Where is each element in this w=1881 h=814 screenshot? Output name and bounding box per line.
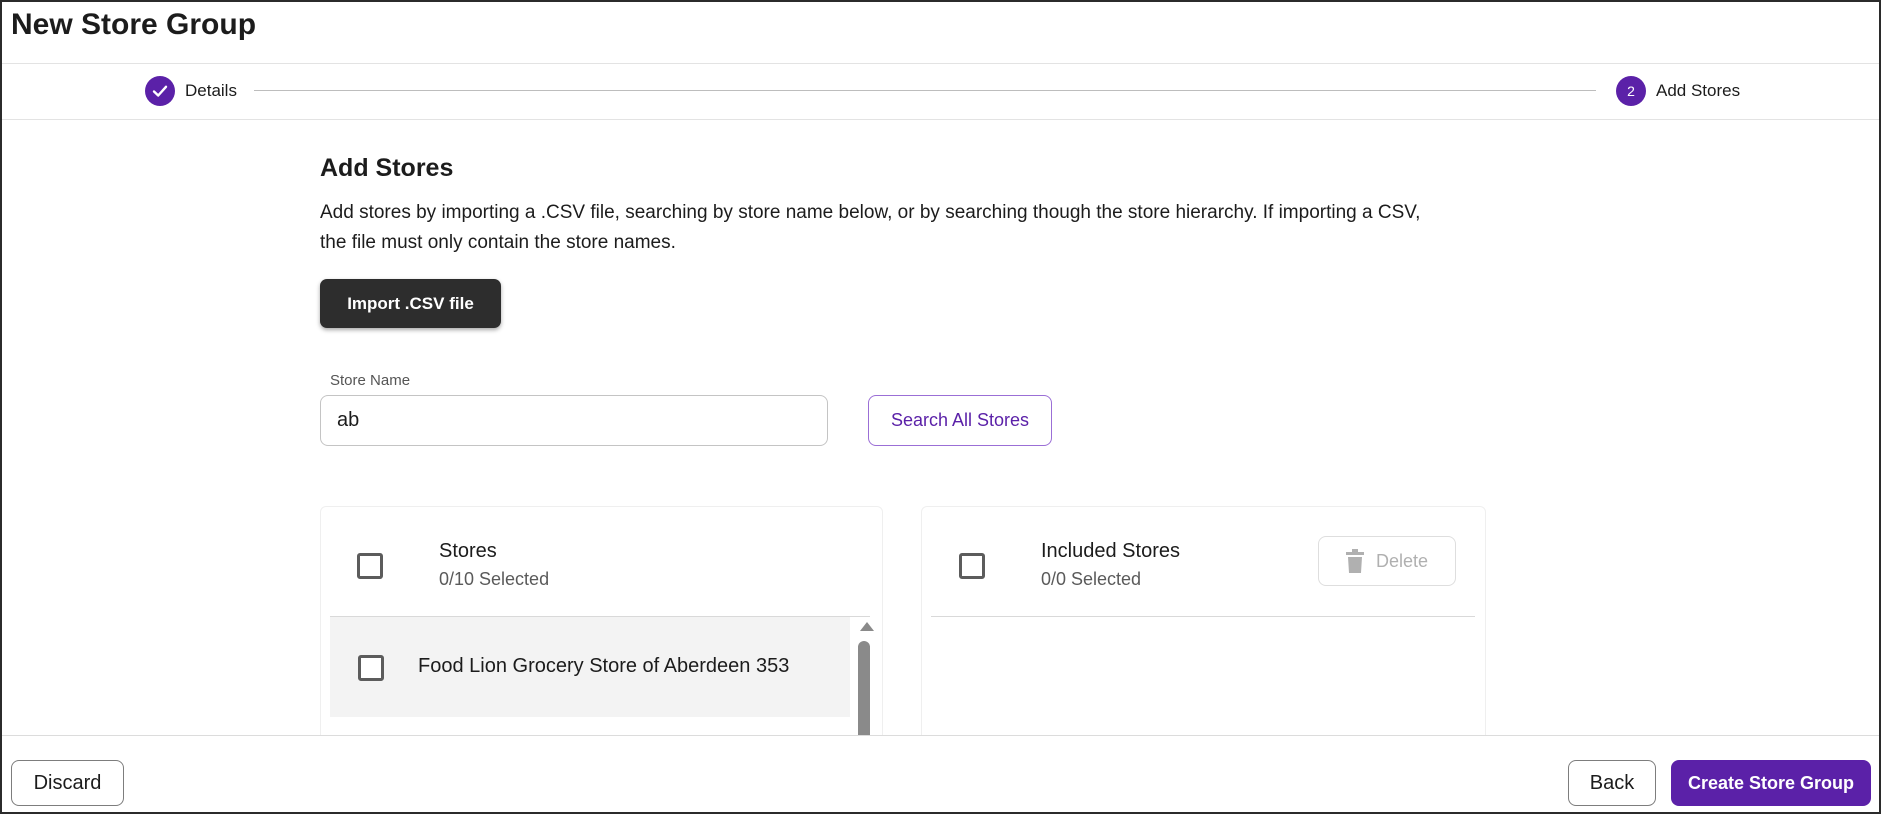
stores-panel: Stores 0/10 Selected Food Lion Grocery S…: [320, 506, 883, 751]
stores-selected-count: 0/10 Selected: [439, 569, 550, 589]
included-stores-panel: Included Stores 0/0 Selected Delete: [921, 506, 1486, 746]
check-icon: [152, 85, 168, 97]
step-complete-circle: [145, 76, 175, 106]
step-number: 2: [1616, 76, 1646, 106]
list-item[interactable]: Food Lion Grocery Store of Aberdeen 353: [330, 617, 850, 717]
step-label: Add Stores: [1656, 81, 1741, 100]
panel-divider: [931, 616, 1475, 617]
step-add-stores[interactable]: 2 Add Stores: [1616, 76, 1740, 106]
back-button[interactable]: Back: [1568, 760, 1656, 806]
stepper-connector: [254, 90, 1596, 91]
section-description: Add stores by importing a .CSV file, sea…: [320, 202, 1421, 253]
create-store-group-button[interactable]: Create Store Group: [1671, 760, 1871, 806]
page-title: New Store Group: [11, 8, 257, 41]
store-name-input[interactable]: [320, 395, 828, 446]
stepper-divider: [2, 119, 1879, 120]
select-all-stores-checkbox[interactable]: [357, 553, 383, 579]
stores-panel-title: Stores: [439, 540, 497, 562]
header-divider: [2, 63, 1879, 64]
trash-icon: [1345, 549, 1364, 573]
store-item-label: Food Lion Grocery Store of Aberdeen 353: [418, 655, 790, 677]
delete-label: Delete: [1375, 550, 1429, 571]
footer-bar: Discard Back Create Store Group: [2, 735, 1879, 812]
included-selected-count: 0/0 Selected: [1041, 569, 1142, 589]
store-name-label: Store Name: [330, 372, 411, 389]
store-item-checkbox[interactable]: [358, 655, 384, 681]
app-window: New Store Group Details 2 Add Stores Add…: [0, 0, 1881, 814]
import-csv-button[interactable]: Import .CSV file: [320, 279, 501, 328]
select-all-included-checkbox[interactable]: [959, 553, 985, 579]
section-title: Add Stores: [320, 154, 454, 182]
search-all-stores-button[interactable]: Search All Stores: [868, 395, 1052, 446]
included-panel-title: Included Stores: [1041, 540, 1180, 562]
step-label: Details: [185, 81, 237, 100]
delete-button[interactable]: Delete: [1318, 536, 1456, 586]
discard-button[interactable]: Discard: [11, 760, 124, 806]
scroll-up-icon[interactable]: [860, 622, 874, 631]
step-details[interactable]: Details: [145, 76, 237, 106]
